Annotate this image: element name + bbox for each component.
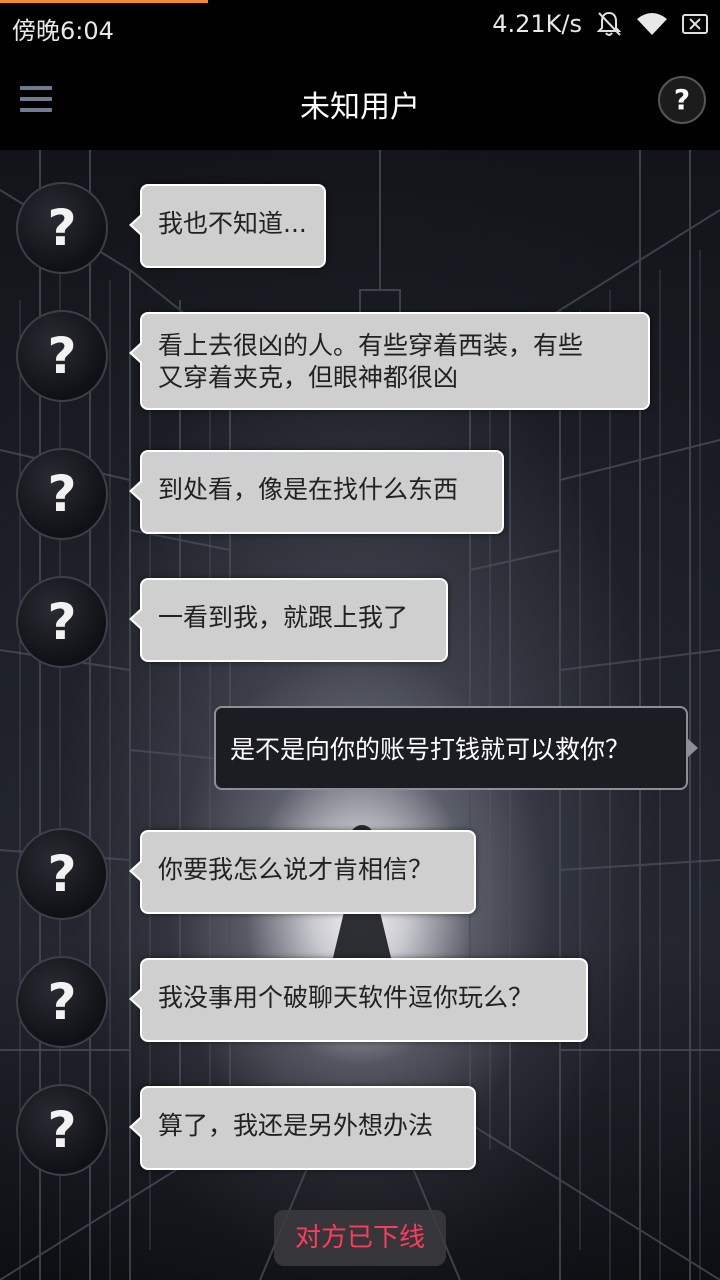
message-text: 看上去很凶的人。有些穿着西装，有些	[158, 331, 584, 360]
message-text: 算了，我还是另外想办法	[158, 1111, 434, 1140]
status-time: 傍晚6:04	[12, 17, 114, 45]
message-bubble-incoming[interactable]: 你要我怎么说才肯相信？	[129, 830, 476, 914]
message-bubble-incoming[interactable]: 我没事用个破聊天软件逗你玩么？	[129, 958, 588, 1042]
message-text: 又穿着夹克，但眼神都很凶	[158, 363, 459, 392]
wifi-icon	[636, 11, 668, 37]
bell-muted-icon	[596, 10, 622, 38]
status-bar: 傍晚6:04 4.21K/s	[0, 0, 720, 52]
unknown-user-avatar[interactable]: ?	[16, 956, 108, 1048]
help-button[interactable]: ?	[658, 76, 706, 124]
message-text: 你要我怎么说才肯相信？	[158, 855, 434, 884]
message-text: 到处看，像是在找什么东西	[158, 475, 459, 504]
unknown-user-avatar[interactable]: ?	[16, 1084, 108, 1176]
unknown-user-avatar[interactable]: ?	[16, 828, 108, 920]
chat-screen: 傍晚6:04 4.21K/s 未知用户 ? ? 我也不知道... ? 看上去很凶…	[0, 0, 720, 1280]
network-speed: 4.21K/s	[492, 10, 582, 38]
message-text: 我没事用个破聊天软件逗你玩么？	[158, 983, 534, 1012]
unknown-user-avatar[interactable]: ?	[16, 576, 108, 668]
message-bubble-incoming[interactable]: 我也不知道...	[129, 184, 326, 268]
chat-area[interactable]: ? 我也不知道... ? 看上去很凶的人。有些穿着西装，有些 又穿着夹克，但眼神…	[0, 150, 720, 1280]
top-nav-bar: 未知用户 ?	[0, 52, 720, 150]
message-bubble-incoming[interactable]: 看上去很凶的人。有些穿着西装，有些 又穿着夹克，但眼神都很凶	[129, 312, 650, 410]
unknown-user-avatar[interactable]: ?	[16, 182, 108, 274]
unknown-user-avatar[interactable]: ?	[16, 310, 108, 402]
status-indicators: 4.21K/s	[492, 10, 708, 38]
message-text: 是不是向你的账号打钱就可以救你？	[230, 735, 631, 764]
message-text: 我也不知道...	[158, 209, 307, 238]
message-bubble-incoming[interactable]: 算了，我还是另外想办法	[129, 1086, 476, 1170]
loading-progress-line	[0, 0, 208, 3]
sim-none-icon	[682, 13, 708, 35]
message-bubble-incoming[interactable]: 一看到我，就跟上我了	[129, 578, 448, 662]
unknown-user-avatar[interactable]: ?	[16, 448, 108, 540]
message-bubble-outgoing[interactable]: 是不是向你的账号打钱就可以救你？	[214, 706, 698, 790]
message-text: 一看到我，就跟上我了	[158, 603, 409, 632]
offline-notice-badge: 对方已下线	[274, 1210, 446, 1266]
message-bubble-incoming[interactable]: 到处看，像是在找什么东西	[129, 450, 504, 534]
page-title: 未知用户	[300, 90, 420, 125]
